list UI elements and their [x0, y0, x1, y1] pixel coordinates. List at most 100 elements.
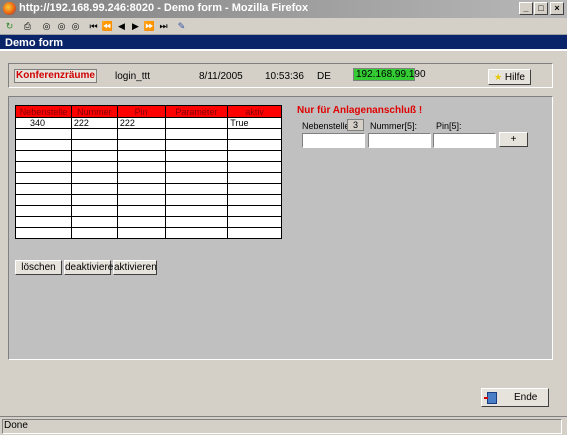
table-cell[interactable]: [227, 205, 282, 217]
table-cell[interactable]: [164, 161, 229, 173]
table-cell[interactable]: [15, 161, 72, 173]
close-button[interactable]: ×: [550, 2, 564, 15]
hilfe-button[interactable]: ★ Hilfe: [488, 69, 531, 85]
nummer-input[interactable]: [368, 133, 431, 148]
table-cell[interactable]: [164, 139, 229, 151]
table-cell[interactable]: [227, 227, 282, 239]
table-cell[interactable]: [70, 161, 118, 173]
table-cell[interactable]: 340: [15, 117, 72, 129]
table-row[interactable]: [15, 172, 282, 184]
aktivieren-button[interactable]: aktivieren: [113, 260, 157, 275]
table-cell[interactable]: [227, 161, 282, 173]
edit-icon[interactable]: ✎: [175, 19, 188, 33]
column-header[interactable]: Parameter: [164, 105, 229, 118]
table-cell[interactable]: [227, 183, 282, 195]
date-label: 8/11/2005: [199, 71, 243, 82]
table-cell[interactable]: True: [227, 117, 282, 129]
table-row[interactable]: [15, 139, 282, 151]
table-cell[interactable]: [227, 194, 282, 206]
pin-input[interactable]: [433, 133, 496, 148]
table-cell[interactable]: [116, 183, 166, 195]
table-row[interactable]: [15, 183, 282, 195]
table-cell[interactable]: [116, 139, 166, 151]
table-row[interactable]: [15, 161, 282, 173]
table-cell[interactable]: [116, 194, 166, 206]
table-cell[interactable]: [164, 194, 229, 206]
table-cell[interactable]: [70, 216, 118, 228]
table-cell[interactable]: [164, 172, 229, 184]
next-page-icon[interactable]: ⏩: [143, 19, 156, 33]
table-cell[interactable]: 222: [116, 117, 166, 129]
table-cell[interactable]: [15, 150, 72, 162]
table-cell[interactable]: [164, 117, 229, 129]
table-cell[interactable]: [227, 216, 282, 228]
table-cell[interactable]: [227, 150, 282, 162]
table-cell[interactable]: [70, 150, 118, 162]
column-header[interactable]: Nummer: [70, 105, 118, 118]
next-icon[interactable]: ▶: [129, 19, 142, 33]
table-cell[interactable]: [15, 194, 72, 206]
table-cell[interactable]: [164, 150, 229, 162]
konferenzraume-button[interactable]: Konferenzräume: [14, 69, 97, 83]
table-cell[interactable]: [227, 172, 282, 184]
search-up-icon[interactable]: ◎: [69, 19, 82, 33]
table-cell[interactable]: [116, 227, 166, 239]
table-cell[interactable]: [70, 128, 118, 140]
table-cell[interactable]: [70, 227, 118, 239]
table-row[interactable]: [15, 128, 282, 140]
table-cell[interactable]: [164, 227, 229, 239]
previous-icon[interactable]: ◀: [115, 19, 128, 33]
table-cell[interactable]: 222: [70, 117, 118, 129]
table-cell[interactable]: [116, 128, 166, 140]
table-cell[interactable]: [15, 216, 72, 228]
table-cell[interactable]: [70, 172, 118, 184]
nebenstelle-value: 3: [347, 119, 364, 131]
table-row[interactable]: 340 222 222 True: [15, 117, 282, 129]
print-icon[interactable]: ⎙: [21, 19, 34, 33]
table-cell[interactable]: [15, 227, 72, 239]
table-cell[interactable]: [70, 183, 118, 195]
table-cell[interactable]: [15, 128, 72, 140]
deaktivieren-button[interactable]: deaktivieren: [64, 260, 119, 275]
minimize-button[interactable]: _: [519, 2, 533, 15]
table-cell[interactable]: [116, 150, 166, 162]
reload-icon[interactable]: ↻: [3, 19, 16, 33]
main-panel: Nebenstelle Nummer Pin Parameter aktiv 3…: [8, 96, 553, 360]
column-header[interactable]: Nebenstelle: [15, 105, 72, 118]
table-cell[interactable]: [164, 128, 229, 140]
table-cell[interactable]: [164, 205, 229, 217]
ende-button[interactable]: Ende: [481, 388, 549, 407]
table-cell[interactable]: [15, 183, 72, 195]
table-row[interactable]: [15, 227, 282, 239]
table-row[interactable]: [15, 205, 282, 217]
column-header[interactable]: Pin: [116, 105, 166, 118]
last-icon[interactable]: ⏭: [157, 19, 170, 33]
table-cell[interactable]: [164, 183, 229, 195]
table-cell[interactable]: [116, 205, 166, 217]
table-cell[interactable]: [227, 128, 282, 140]
loschen-button[interactable]: löschen: [15, 260, 62, 275]
first-icon[interactable]: ⏮: [87, 19, 100, 33]
previous-page-icon[interactable]: ⏪: [101, 19, 114, 33]
table-cell[interactable]: [116, 161, 166, 173]
table-row[interactable]: [15, 150, 282, 162]
search-icon[interactable]: ◎: [40, 19, 53, 33]
nebenstelle-input[interactable]: [302, 133, 365, 148]
maximize-button[interactable]: □: [534, 2, 548, 15]
table-cell[interactable]: [227, 139, 282, 151]
table-cell[interactable]: [116, 216, 166, 228]
table-cell[interactable]: [70, 139, 118, 151]
table-cell[interactable]: [164, 216, 229, 228]
table-cell[interactable]: [15, 205, 72, 217]
table-cell[interactable]: [15, 172, 72, 184]
column-header[interactable]: aktiv: [227, 105, 282, 118]
table-cell[interactable]: [70, 205, 118, 217]
table-cell[interactable]: [70, 194, 118, 206]
table-cell[interactable]: [15, 139, 72, 151]
table-row[interactable]: [15, 194, 282, 206]
add-button[interactable]: +: [499, 132, 528, 147]
table-row[interactable]: [15, 216, 282, 228]
ende-label: Ende: [514, 392, 538, 403]
search-all-icon[interactable]: ◎: [55, 19, 68, 33]
table-cell[interactable]: [116, 172, 166, 184]
